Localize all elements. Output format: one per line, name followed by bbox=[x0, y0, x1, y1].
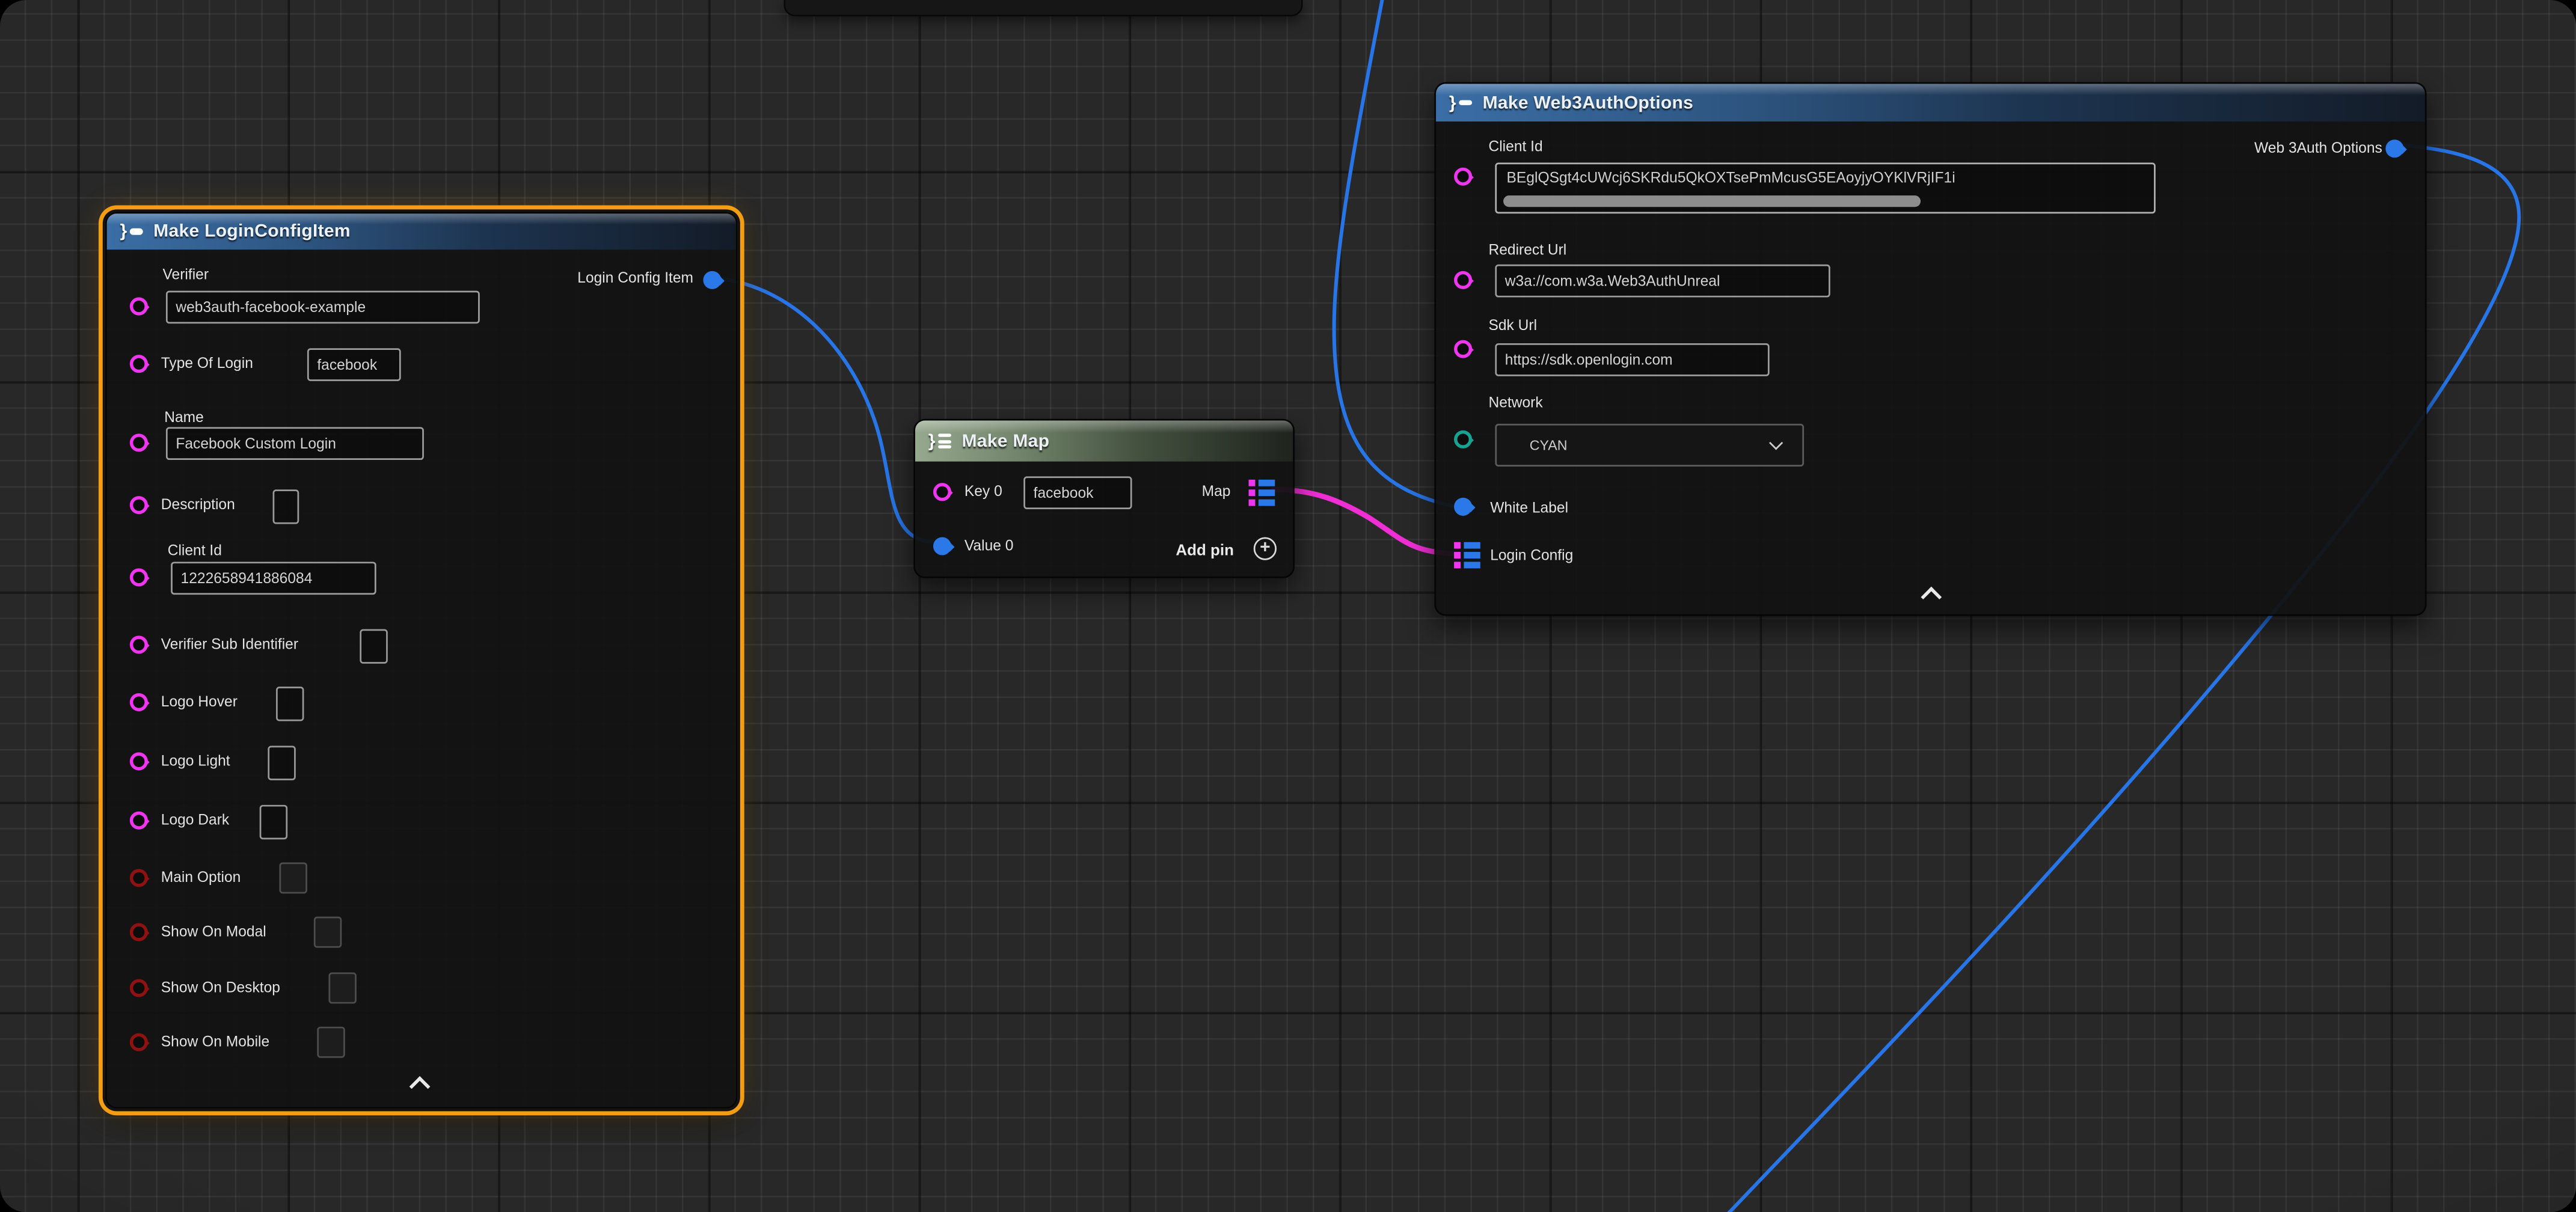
client-id-text: BEglQSgt4cUWcj6SKRdu5QkOXTsePmMcusG5EAoy… bbox=[1507, 169, 1955, 185]
node-make-map[interactable]: Make Map Key 0 facebook Map Value 0 Add … bbox=[913, 419, 1295, 578]
input-description[interactable] bbox=[273, 489, 299, 524]
input-verifier[interactable]: web3auth-facebook-example bbox=[166, 291, 480, 324]
pin-key-0[interactable] bbox=[933, 483, 951, 501]
pin-label-verifier: Verifier bbox=[162, 266, 209, 284]
input-verifier-sub-identifier[interactable] bbox=[360, 629, 387, 663]
output-pin-label: Login Config Item bbox=[577, 269, 693, 287]
input-type-of-login[interactable]: facebook bbox=[307, 348, 401, 381]
offscreen-node-edge[interactable] bbox=[784, 0, 1302, 16]
pin-value-0[interactable] bbox=[933, 537, 951, 555]
pin-label-logo-hover: Logo Hover bbox=[161, 693, 238, 711]
pin-client-id[interactable] bbox=[130, 568, 148, 586]
pin-label-description: Description bbox=[161, 496, 235, 514]
pin-white-label[interactable] bbox=[1454, 498, 1472, 516]
pin-show-on-desktop[interactable] bbox=[130, 979, 148, 997]
node-header[interactable]: Make LoginConfigItem bbox=[107, 213, 736, 249]
pin-client-id[interactable] bbox=[1454, 168, 1472, 186]
pin-label-login-config: Login Config bbox=[1490, 547, 1573, 565]
graph-canvas[interactable]: Make LoginConfigItem Login Config Item V… bbox=[0, 0, 2576, 1212]
pin-label-name: Name bbox=[164, 409, 204, 427]
make-struct-icon bbox=[1449, 94, 1473, 111]
node-title: Make LoginConfigItem bbox=[153, 222, 351, 242]
checkbox-main-option[interactable] bbox=[279, 862, 307, 893]
pin-label-white-label: White Label bbox=[1490, 500, 1568, 518]
pin-label-map-output: Map bbox=[1202, 483, 1231, 501]
add-pin-button[interactable]: Add pin bbox=[1176, 542, 1234, 560]
pin-show-on-mobile[interactable] bbox=[130, 1033, 148, 1051]
pin-label-redirect-url: Redirect Url bbox=[1488, 242, 1566, 260]
input-key-0[interactable]: facebook bbox=[1023, 476, 1132, 509]
input-logo-light[interactable] bbox=[268, 745, 295, 780]
pin-login-config[interactable] bbox=[1454, 542, 1480, 569]
collapse-chevron-icon[interactable] bbox=[409, 1076, 431, 1097]
pin-logo-light[interactable] bbox=[130, 752, 148, 770]
pin-logo-dark[interactable] bbox=[130, 812, 148, 830]
pin-label-value-0: Value 0 bbox=[964, 537, 1014, 555]
input-logo-dark[interactable] bbox=[260, 805, 287, 839]
input-logo-hover[interactable] bbox=[276, 687, 304, 721]
input-name[interactable]: Facebook Custom Login bbox=[166, 427, 424, 460]
pin-label-logo-dark: Logo Dark bbox=[161, 812, 229, 830]
pin-label-client-id: Client Id bbox=[1488, 138, 1542, 156]
pin-label-main-option: Main Option bbox=[161, 869, 241, 887]
input-client-id[interactable]: BEglQSgt4cUWcj6SKRdu5QkOXTsePmMcusG5EAoy… bbox=[1495, 162, 2155, 213]
pin-label-show-on-mobile: Show On Mobile bbox=[161, 1033, 269, 1051]
pin-main-option[interactable] bbox=[130, 869, 148, 887]
pin-verifier[interactable] bbox=[130, 298, 148, 316]
wire-login-config-item-to-value0[interactable] bbox=[711, 278, 936, 542]
pin-label-key-0: Key 0 bbox=[964, 483, 1002, 501]
pin-description[interactable] bbox=[130, 496, 148, 514]
node-header[interactable]: Make Map bbox=[915, 420, 1293, 461]
dropdown-chevron-icon bbox=[1769, 436, 1783, 450]
node-title: Make Web3AuthOptions bbox=[1483, 93, 1694, 112]
node-make-login-config-item[interactable]: Make LoginConfigItem Login Config Item V… bbox=[105, 212, 738, 1109]
checkbox-show-on-desktop[interactable] bbox=[328, 973, 356, 1004]
output-pin-web3auth-options[interactable] bbox=[2385, 139, 2403, 158]
input-redirect-url[interactable]: w3a://com.w3a.Web3AuthUnreal bbox=[1495, 265, 1830, 298]
pin-sdk-url[interactable] bbox=[1454, 340, 1472, 358]
pin-label-sdk-url: Sdk Url bbox=[1488, 317, 1537, 335]
pin-verifier-sub-identifier[interactable] bbox=[130, 635, 148, 653]
pin-label-logo-light: Logo Light bbox=[161, 752, 230, 770]
pin-label-client-id: Client Id bbox=[168, 542, 222, 560]
make-struct-icon bbox=[120, 224, 143, 240]
node-make-web3auth-options[interactable]: Make Web3AuthOptions Web 3Auth Options C… bbox=[1434, 82, 2426, 616]
input-sdk-url[interactable]: https://sdk.openlogin.com bbox=[1495, 343, 1769, 376]
network-selected-value: CYAN bbox=[1530, 437, 1568, 453]
make-map-icon bbox=[928, 433, 952, 449]
pin-name[interactable] bbox=[130, 433, 148, 451]
blueprint-editor: Make LoginConfigItem Login Config Item V… bbox=[0, 0, 2576, 1212]
pin-label-type-of-login: Type Of Login bbox=[161, 355, 253, 373]
pin-label-show-on-desktop: Show On Desktop bbox=[161, 979, 280, 997]
client-id-scrollbar[interactable] bbox=[1503, 195, 1921, 207]
output-pin-map[interactable] bbox=[1249, 480, 1275, 506]
add-pin-icon[interactable] bbox=[1254, 537, 1277, 560]
checkbox-show-on-modal[interactable] bbox=[314, 917, 342, 948]
pin-logo-hover[interactable] bbox=[130, 693, 148, 711]
collapse-chevron-icon[interactable] bbox=[1921, 587, 1942, 608]
pin-redirect-url[interactable] bbox=[1454, 271, 1472, 289]
node-header[interactable]: Make Web3AuthOptions bbox=[1436, 84, 2425, 121]
network-dropdown[interactable]: CYAN bbox=[1495, 424, 1804, 467]
pin-network[interactable] bbox=[1454, 430, 1472, 448]
pin-show-on-modal[interactable] bbox=[130, 923, 148, 941]
output-pin-label: Web 3Auth Options bbox=[2254, 139, 2382, 158]
input-client-id[interactable]: 1222658941886084 bbox=[171, 562, 376, 595]
pin-label-network: Network bbox=[1488, 394, 1542, 412]
output-pin-login-config-item[interactable] bbox=[703, 271, 721, 289]
checkbox-show-on-mobile[interactable] bbox=[317, 1027, 345, 1058]
node-title: Make Map bbox=[961, 431, 1049, 451]
pin-label-verifier-sub-identifier: Verifier Sub Identifier bbox=[161, 635, 298, 653]
pin-type-of-login[interactable] bbox=[130, 355, 148, 373]
pin-label-show-on-modal: Show On Modal bbox=[161, 923, 266, 941]
